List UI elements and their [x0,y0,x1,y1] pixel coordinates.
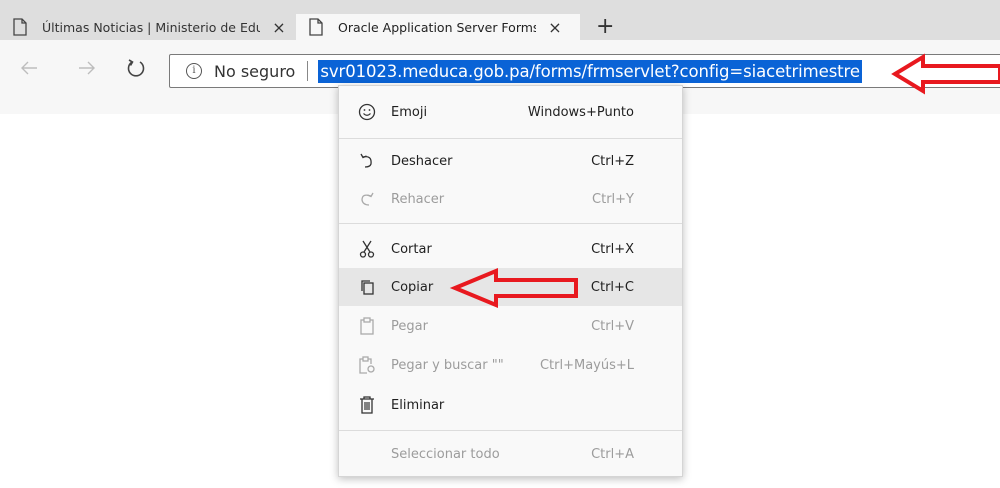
reload-icon [127,59,145,77]
close-tab-icon[interactable]: × [270,18,288,37]
menu-item-label: Cortar [391,241,432,257]
tab-ultimas-noticias[interactable]: Últimas Noticias | Ministerio de Educaci… [0,14,292,40]
menu-item-shortcut: Ctrl+Y [592,191,634,207]
menu-divider [339,223,682,224]
trash-icon [357,395,377,415]
menu-divider [339,138,682,139]
tab-title: Oracle Application Server Forms Services [338,19,536,35]
menu-item-rehacer[interactable]: Rehacer Ctrl+Y [339,180,682,218]
back-arrow-icon [21,61,37,75]
menu-item-shortcut: Ctrl+V [591,318,634,334]
forward-arrow-icon [79,61,95,75]
copy-icon [357,277,377,297]
menu-item-label: Copiar [391,279,434,295]
menu-divider [339,430,682,431]
back-button[interactable] [20,56,38,84]
menu-item-label: Eliminar [391,397,445,413]
menu-item-shortcut: Ctrl+X [591,241,634,257]
tab-title: Últimas Noticias | Ministerio de Educaci… [42,19,260,35]
menu-item-shortcut: Ctrl+Z [591,153,634,169]
menu-item-label: Seleccionar todo [391,446,500,462]
info-icon[interactable]: i [186,63,202,79]
annotation-arrow-copiar [449,268,578,308]
menu-item-emoji[interactable]: Emoji Windows+Punto [339,93,682,131]
page-icon [13,18,27,36]
menu-item-shortcut: Windows+Punto [527,104,634,120]
emoji-icon [357,102,377,122]
menu-item-shortcut: Ctrl+Mayús+L [539,357,634,373]
new-tab-button[interactable]: + [596,16,614,38]
paste-search-icon [357,355,377,375]
menu-item-label: Pegar [391,318,428,334]
menu-item-label: Deshacer [391,153,453,169]
security-label[interactable]: No seguro [214,62,295,81]
forward-button[interactable] [78,56,96,84]
menu-item-eliminar[interactable]: Eliminar [339,386,682,424]
menu-item-pegar[interactable]: Pegar Ctrl+V [339,307,682,345]
menu-item-label: Pegar y buscar "" [391,357,504,373]
menu-item-seleccionar-todo[interactable]: Seleccionar todo Ctrl+A [339,435,682,473]
annotation-arrow-url [891,53,1000,95]
tab-oracle-forms[interactable]: Oracle Application Server Forms Services… [296,14,580,40]
redo-icon [357,189,377,209]
address-separator [307,61,309,81]
close-tab-icon[interactable]: × [546,18,564,37]
reload-button[interactable] [126,56,146,84]
url-text[interactable]: svr01023.meduca.gob.pa/forms/frmservlet?… [318,59,862,83]
menu-item-label: Emoji [391,104,428,120]
menu-item-shortcut: Ctrl+C [590,279,634,295]
tab-strip: Últimas Noticias | Ministerio de Educaci… [0,0,1000,40]
page-icon [309,18,323,36]
menu-item-pegar-y-buscar[interactable]: Pegar y buscar "" Ctrl+Mayús+L [339,346,682,384]
undo-icon [357,151,377,171]
scissors-icon [357,239,377,259]
menu-item-label: Rehacer [391,191,445,207]
address-bar[interactable]: i No seguro svr01023.meduca.gob.pa/forms… [169,54,1000,88]
menu-item-cortar[interactable]: Cortar Ctrl+X [339,230,682,268]
menu-item-deshacer[interactable]: Deshacer Ctrl+Z [339,142,682,180]
paste-icon [357,316,377,336]
menu-item-shortcut: Ctrl+A [591,446,634,462]
